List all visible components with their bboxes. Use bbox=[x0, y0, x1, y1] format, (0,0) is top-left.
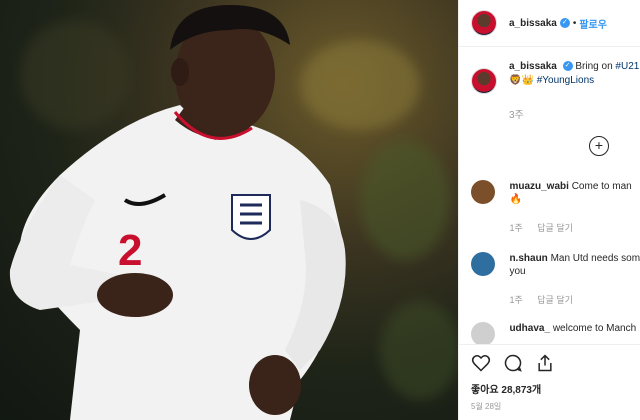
comment-body: n.shaun Man Utd needs som you 1주 답글 달기 bbox=[509, 252, 640, 307]
reply-button[interactable]: 답글 달기 bbox=[537, 223, 573, 233]
comment-text: welcome to Manch bbox=[552, 323, 637, 334]
comment-body: muazu_wabi Come to man 🔥 1주 답글 달기 bbox=[509, 180, 631, 235]
post-side-panel: a_bissaka ✓ • 팔로우 a_bissaka ✓ Bring on #… bbox=[458, 0, 640, 420]
author-avatar[interactable] bbox=[471, 10, 497, 36]
caption-emoji: 🦁👑 bbox=[509, 75, 537, 86]
post-date: 5월 28일 bbox=[471, 402, 502, 411]
caption-username[interactable]: a_bissaka bbox=[509, 61, 557, 72]
comment-body: udhava_ welcome to Manch bbox=[509, 322, 636, 335]
comment-icon[interactable] bbox=[503, 353, 523, 373]
post-photo[interactable]: 2 bbox=[0, 0, 458, 420]
comment-text-extra: 🔥 bbox=[509, 194, 522, 205]
separator-dot: • bbox=[572, 17, 577, 29]
comment-item: udhava_ welcome to Manch bbox=[471, 322, 636, 346]
comment-username[interactable]: udhava_ bbox=[509, 323, 550, 334]
comments-section: a_bissaka ✓ Bring on #U21 🦁👑 #YoungLions… bbox=[471, 60, 640, 156]
reply-button[interactable]: 답글 달기 bbox=[537, 295, 573, 305]
comment-item: muazu_wabi Come to man 🔥 1주 답글 달기 bbox=[471, 180, 632, 235]
comment-text: Man Utd needs som bbox=[550, 253, 640, 264]
verified-badge-icon: ✓ bbox=[559, 18, 570, 28]
comment-text: Come to man bbox=[571, 181, 632, 192]
verified-badge-icon: ✓ bbox=[562, 61, 573, 72]
post-header: a_bissaka ✓ • 팔로우 bbox=[459, 0, 640, 47]
follow-button[interactable]: 팔로우 bbox=[579, 16, 607, 31]
caption-text-block: a_bissaka ✓ Bring on #U21 🦁👑 #YoungLions bbox=[509, 60, 639, 94]
comment-username[interactable]: n.shaun bbox=[509, 253, 547, 264]
plus-circle-icon[interactable]: + bbox=[589, 136, 609, 156]
comment-text-extra: you bbox=[509, 266, 526, 277]
hashtag-u21[interactable]: #U21 bbox=[615, 61, 639, 72]
comment-time: 1주 bbox=[509, 223, 523, 233]
comment-avatar[interactable] bbox=[471, 322, 495, 346]
caption: a_bissaka ✓ Bring on #U21 🦁👑 #YoungLions bbox=[471, 60, 640, 94]
post-actions-bar: 좋아요 28,873개 5월 28일 bbox=[459, 344, 640, 420]
caption-text: Bring on bbox=[575, 61, 616, 72]
caption-time: 3주 bbox=[509, 110, 524, 121]
comment-avatar[interactable] bbox=[471, 180, 495, 204]
comment-item: n.shaun Man Utd needs som you 1주 답글 달기 bbox=[471, 252, 640, 307]
likes-count[interactable]: 좋아요 28,873개 bbox=[471, 381, 541, 396]
comment-avatar[interactable] bbox=[471, 252, 495, 276]
author-username[interactable]: a_bissaka bbox=[509, 18, 557, 29]
heart-icon[interactable] bbox=[471, 353, 491, 373]
hashtag-younglions[interactable]: #YoungLions bbox=[537, 75, 594, 86]
action-icons bbox=[471, 353, 555, 373]
comment-meta: 1주 답글 달기 bbox=[509, 222, 631, 235]
player-illustration: 2 bbox=[9, 5, 346, 420]
share-icon[interactable] bbox=[535, 353, 555, 373]
comment-username[interactable]: muazu_wabi bbox=[509, 181, 568, 192]
svg-text:2: 2 bbox=[118, 226, 142, 275]
comment-time: 1주 bbox=[509, 295, 523, 305]
caption-avatar[interactable] bbox=[471, 68, 497, 94]
comment-meta: 1주 답글 달기 bbox=[509, 294, 640, 307]
